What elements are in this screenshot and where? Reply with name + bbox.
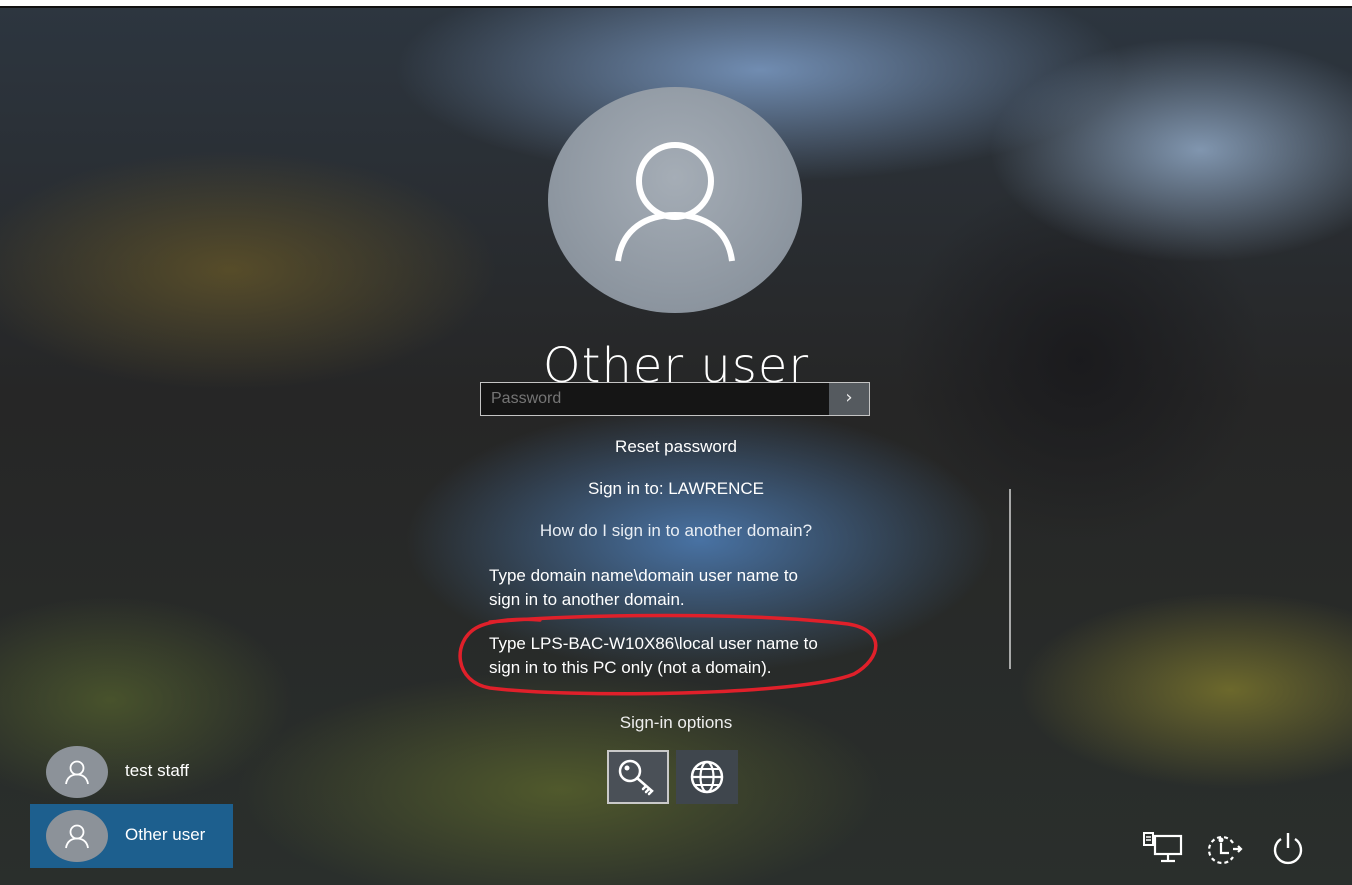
domain-help-line: sign in to another domain. — [489, 590, 685, 609]
key-icon — [618, 759, 654, 796]
scrollbar[interactable] — [1009, 489, 1011, 669]
user-tile-test-staff[interactable]: test staff — [30, 740, 233, 804]
local-help-line: sign in to this PC only (not a domain). — [489, 658, 772, 677]
avatar — [46, 810, 108, 862]
reset-password-link[interactable]: Reset password — [476, 437, 876, 457]
user-avatar — [548, 87, 802, 313]
user-tile-other-user[interactable]: Other user — [30, 804, 233, 868]
globe-icon — [690, 760, 724, 794]
avatar — [46, 746, 108, 798]
sign-in-options-label: Sign-in options — [619, 713, 733, 732]
lock-screen: › Other user Reset password Sign in to: … — [0, 0, 1352, 885]
local-help-line: Type LPS-BAC-W10X86\local user name to — [489, 634, 818, 653]
power-icon — [1273, 833, 1303, 865]
user-name: test staff — [125, 761, 189, 780]
other-domain-help-link[interactable]: How do I sign in to another domain? — [476, 521, 876, 541]
top-border-shadow — [0, 6, 1352, 8]
network-icon — [1143, 832, 1183, 863]
domain-help-text: Type domain name\domain user name to sig… — [489, 564, 889, 612]
person-icon — [65, 824, 89, 849]
user-name: Other user — [125, 825, 206, 844]
sign-in-domain-text: Sign in to: LAWRENCE — [587, 479, 765, 498]
ease-of-access-button[interactable] — [1202, 828, 1246, 870]
power-button[interactable] — [1266, 828, 1310, 870]
person-icon — [615, 142, 735, 262]
person-icon — [65, 760, 89, 785]
local-help-text: Type LPS-BAC-W10X86\local user name to s… — [489, 632, 889, 680]
web-sign-in-option-button[interactable] — [676, 750, 738, 804]
page-title: Other user — [542, 338, 810, 394]
network-button[interactable] — [1140, 828, 1184, 870]
ease-of-access-icon — [1208, 835, 1243, 865]
domain-help-line: Type domain name\domain user name to — [489, 566, 799, 585]
password-option-button[interactable] — [607, 750, 669, 804]
